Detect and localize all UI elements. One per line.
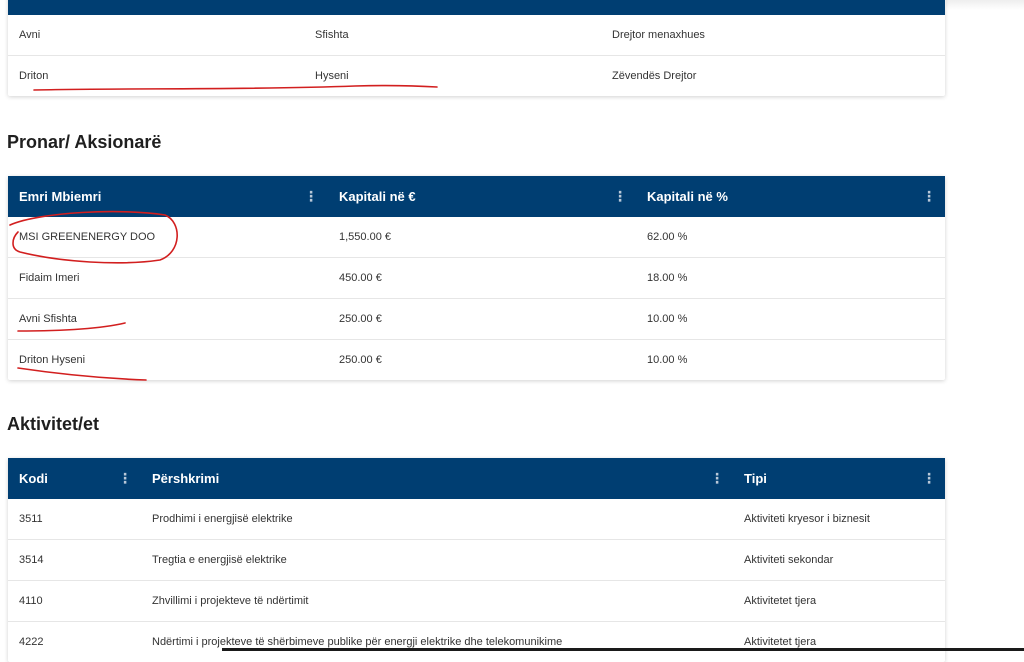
column-header-capital-eur[interactable]: Kapitali në € [339,176,416,217]
last-name-cell: Sfishta [315,29,349,41]
activities-table-header: Kodi ⋮ Përshkrimi ⋮ Tipi ⋮ [8,458,945,499]
owner-name-cell: MSI GREENENERGY DOO [19,231,156,243]
column-menu-icon[interactable]: ⋮ [922,176,936,217]
owners-table-header: Emri Mbiemri ⋮ Kapitali në € ⋮ Kapitali … [8,176,945,217]
position-cell: Zëvendës Drejtor [612,70,697,82]
column-menu-icon[interactable]: ⋮ [304,176,318,217]
column-menu-icon[interactable]: ⋮ [710,458,724,499]
owner-name-cell: Driton Hyseni [19,354,86,366]
table-row: Fidaim Imeri 450.00 € 18.00 % [8,257,945,298]
table-row: Avni Sfishta 250.00 € 10.00 % [8,298,945,339]
table-row: 4110 Zhvillimi i projekteve të ndërtimit… [8,580,945,621]
activities-table: Kodi ⋮ Përshkrimi ⋮ Tipi ⋮ 3511 Prodhimi… [8,458,945,662]
table-row: 4222 Ndërtimi i projekteve të shërbimeve… [8,621,945,662]
table-row: Avni Sfishta Drejtor menaxhues [8,15,945,55]
activity-type-cell: Aktiviteti sekondar [744,554,834,566]
page-edge-shadow [946,0,1024,10]
owner-name-cell: Avni Sfishta [19,313,77,325]
activities-section-title: Aktivitet/et [7,414,100,434]
column-header-capital-percent[interactable]: Kapitali në % [647,176,728,217]
column-header-description[interactable]: Përshkrimi [152,458,219,499]
activity-type-cell: Aktivitetet tjera [744,595,817,607]
activity-description-cell: Tregtia e energjisë elektrike [152,554,287,566]
table-row: 3514 Tregtia e energjisë elektrike Aktiv… [8,539,945,580]
activity-code-cell: 3514 [19,554,44,566]
table-row: Driton Hyseni Zëvendës Drejtor [8,55,945,96]
table-row: 3511 Prodhimi i energjisë elektrike Akti… [8,499,945,539]
capital-percent-cell: 62.00 % [647,231,688,243]
activity-type-cell: Aktiviteti kryesor i biznesit [744,513,870,525]
activity-description-cell: Zhvillimi i projekteve të ndërtimit [152,595,309,607]
column-header-code[interactable]: Kodi [19,458,48,499]
activity-code-cell: 4222 [19,636,44,648]
activity-code-cell: 4110 [19,595,43,607]
capital-percent-cell: 18.00 % [647,272,688,284]
owners-table: Emri Mbiemri ⋮ Kapitali në € ⋮ Kapitali … [8,176,945,380]
last-name-cell: Hyseni [315,70,349,82]
column-header-name[interactable]: Emri Mbiemri [19,176,101,217]
first-name-cell: Driton [19,70,49,82]
column-menu-icon[interactable]: ⋮ [922,458,936,499]
capital-eur-cell: 250.00 € [339,313,382,325]
position-cell: Drejtor menaxhues [612,29,705,41]
capital-eur-cell: 1,550.00 € [339,231,391,243]
capital-eur-cell: 250.00 € [339,354,382,366]
activity-type-cell: Aktivitetet tjera [744,636,817,648]
first-name-cell: Avni [19,29,41,41]
activity-code-cell: 3511 [19,513,43,525]
activity-description-cell: Ndërtimi i projekteve të shërbimeve publ… [152,636,563,648]
column-menu-icon[interactable]: ⋮ [118,458,132,499]
capital-eur-cell: 450.00 € [339,272,382,284]
owners-section-title: Pronar/ Aksionarë [7,132,162,152]
managers-table: Avni Sfishta Drejtor menaxhues Driton Hy… [8,0,945,96]
column-header-type[interactable]: Tipi [744,458,767,499]
table-row: Driton Hyseni 250.00 € 10.00 % [8,339,945,380]
column-menu-icon[interactable]: ⋮ [613,176,627,217]
managers-table-header [8,0,945,15]
activity-description-cell: Prodhimi i energjisë elektrike [152,513,293,525]
activities-table-body: 3511 Prodhimi i energjisë elektrike Akti… [8,499,945,662]
managers-table-body: Avni Sfishta Drejtor menaxhues Driton Hy… [8,15,945,96]
owners-table-body: MSI GREENENERGY DOO 1,550.00 € 62.00 % F… [8,217,945,380]
owner-name-cell: Fidaim Imeri [19,272,80,284]
table-row: MSI GREENENERGY DOO 1,550.00 € 62.00 % [8,217,945,257]
capital-percent-cell: 10.00 % [647,354,688,366]
capital-percent-cell: 10.00 % [647,313,688,325]
